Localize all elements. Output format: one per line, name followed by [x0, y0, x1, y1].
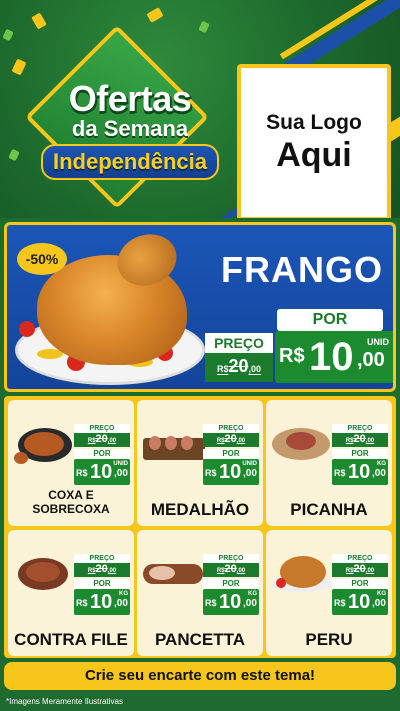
cta-button[interactable]: Crie seu encarte com este tema! [4, 662, 396, 690]
currency: R$ [279, 345, 305, 367]
product-name: MEDALHÃO [150, 500, 250, 519]
new-price-box: R$ 10 ,00 UNID [275, 331, 393, 383]
chicken-thigh-pan-image [14, 418, 76, 466]
preco-label: PREÇO [205, 333, 273, 353]
preco-label: PREÇO [203, 554, 259, 563]
new-price: R$ 10,00 KG [203, 589, 259, 615]
product-name: PERU [305, 630, 353, 649]
confetti [8, 148, 20, 162]
tomato-garnish [19, 321, 35, 337]
contra-file-steak-image [14, 548, 76, 596]
product-card[interactable]: PREÇO R$20,00 POR R$ 10,00 KG PICANHA [266, 400, 392, 526]
price-tag: PREÇO R$20,00 POR R$ 10,00 KG [332, 554, 388, 615]
logo-text-line2: Aqui [276, 135, 352, 174]
por-label: POR [203, 579, 259, 589]
roast-turkey-image [272, 548, 334, 596]
por-label: POR [203, 449, 259, 459]
disclaimer-text: *Imagens Meramente Ilustrativas [6, 697, 123, 706]
new-price: R$ 10,00 UNID [203, 459, 259, 485]
confetti [11, 58, 27, 76]
header-banner: Ofertas da Semana Independência Sua Logo… [0, 0, 400, 218]
title-independencia: Independência [40, 144, 220, 180]
old-price: R$20,00 [203, 433, 259, 447]
featured-product-name: FRANGO [221, 249, 383, 290]
old-price-box: PREÇO R$20,00 [205, 333, 273, 382]
preco-label: PREÇO [74, 554, 130, 563]
price-tag: PREÇO R$20,00 POR R$ 10,00 UNID [74, 424, 130, 485]
preco-label: PREÇO [332, 554, 388, 563]
por-label: POR [74, 579, 130, 589]
product-name: COXA E SOBRECOXA [32, 488, 110, 516]
confetti [198, 20, 210, 34]
old-price: R$20,00 [332, 433, 388, 447]
new-price: R$ 10,00 KG [74, 589, 130, 615]
discount-badge: -50% [17, 243, 67, 275]
preco-label: PREÇO [74, 424, 130, 433]
old-price: R$20,00 [74, 433, 130, 447]
preco-label: PREÇO [203, 424, 259, 433]
new-price: R$ 10,00 KG [332, 589, 388, 615]
product-name: CONTRA FILE [14, 630, 128, 649]
por-label: POR [332, 449, 388, 459]
pancetta-image [143, 548, 205, 596]
product-name: PANCETTA [154, 630, 246, 649]
price-integer: 10 [309, 335, 354, 379]
product-card[interactable]: PREÇO R$20,00 POR R$ 10,00 KG CONTRA FILE [8, 530, 134, 656]
product-card[interactable]: PREÇO R$20,00 POR R$ 10,00 UNID COXA E SOB… [8, 400, 134, 526]
title-semana-text: da Semana [71, 116, 189, 141]
preco-label: PREÇO [332, 424, 388, 433]
old-price: R$20,00 [332, 563, 388, 577]
product-card[interactable]: PREÇO R$20,00 POR R$ 10,00 KG PANCETTA [137, 530, 263, 656]
confetti [146, 7, 164, 23]
medallion-skewers-image [143, 418, 205, 466]
confetti [2, 28, 14, 42]
logo-placeholder[interactable]: Sua Logo Aqui [237, 64, 391, 218]
new-price: R$ 10,00 UNID [74, 459, 130, 485]
por-label: POR [74, 449, 130, 459]
product-name: PICANHA [290, 500, 368, 519]
price-tag: PREÇO R$20,00 POR R$ 10,00 KG [74, 554, 130, 615]
price-tag: PREÇO R$20,00 POR R$ 10,00 UNID [203, 424, 259, 485]
title-ofertas: Ofertas [68, 78, 192, 119]
featured-product-panel[interactable]: -50% FRANGO POR PREÇO R$20,00 R$ 10 ,00 … [4, 222, 396, 392]
price-tag: PREÇO R$20,00 POR R$ 10,00 KG [203, 554, 259, 615]
product-grid: PREÇO R$20,00 POR R$ 10,00 UNID COXA E SOB… [4, 396, 396, 658]
old-price: R$20,00 [74, 563, 130, 577]
price-decimal: ,00 [357, 349, 385, 371]
logo-text-line1: Sua Logo [266, 110, 362, 134]
price-unit: UNID [367, 337, 389, 347]
old-price: R$20,00 [203, 563, 259, 577]
por-label: POR [332, 579, 388, 589]
product-card[interactable]: PREÇO R$20,00 POR R$ 10,00 UNID MEDALHÃO [137, 400, 263, 526]
por-label: POR [277, 309, 383, 331]
title-semana: da Semana [20, 116, 240, 142]
new-price: R$ 10,00 KG [332, 459, 388, 485]
confetti [31, 12, 47, 30]
product-card[interactable]: PREÇO R$20,00 POR R$ 10,00 KG PERU [266, 530, 392, 656]
old-price: R$20,00 [205, 353, 273, 382]
price-tag: PREÇO R$20,00 POR R$ 10,00 KG [332, 424, 388, 485]
page-title: Ofertas da Semana Independência [20, 78, 240, 180]
picanha-board-image [272, 418, 334, 466]
